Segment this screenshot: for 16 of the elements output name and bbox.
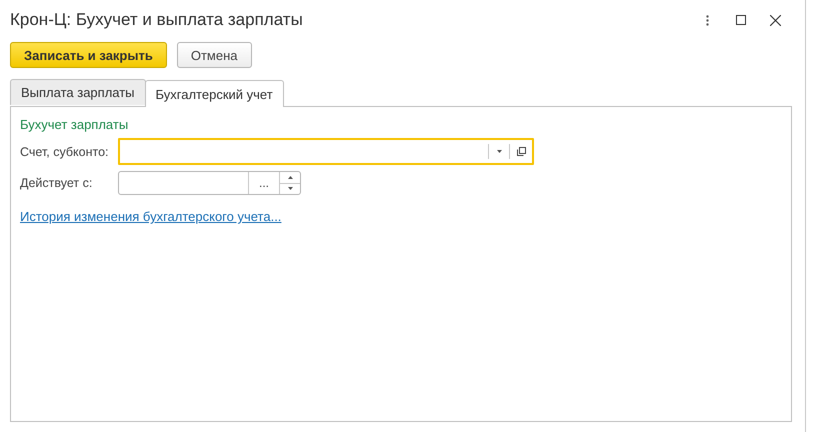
- tab[interactable]: Выплата зарплаты: [10, 79, 146, 105]
- caret-down-icon: [496, 150, 502, 153]
- field-label: Счет, субконто:: [20, 144, 110, 158]
- select-button[interactable]: ...: [248, 172, 279, 194]
- caret-up-icon: [288, 176, 292, 179]
- history-link[interactable]: История изменения бухгалтерского учета...: [20, 209, 782, 224]
- open-window-icon: [516, 147, 526, 156]
- tab[interactable]: Бухгалтерский учет: [144, 80, 284, 107]
- account-field[interactable]: [118, 138, 534, 165]
- date-field[interactable]: ...: [118, 171, 301, 195]
- caret-down-icon: [288, 187, 292, 190]
- window-title: Крон-Ц: Бухучет и выплата зарплаты: [10, 10, 304, 30]
- group-title: Бухучет зарплаты: [20, 117, 130, 132]
- field-label: Действует с:: [20, 176, 94, 190]
- save-and-close-button[interactable]: Записать и закрыть: [10, 42, 167, 68]
- cancel-button[interactable]: Отмена: [176, 42, 252, 68]
